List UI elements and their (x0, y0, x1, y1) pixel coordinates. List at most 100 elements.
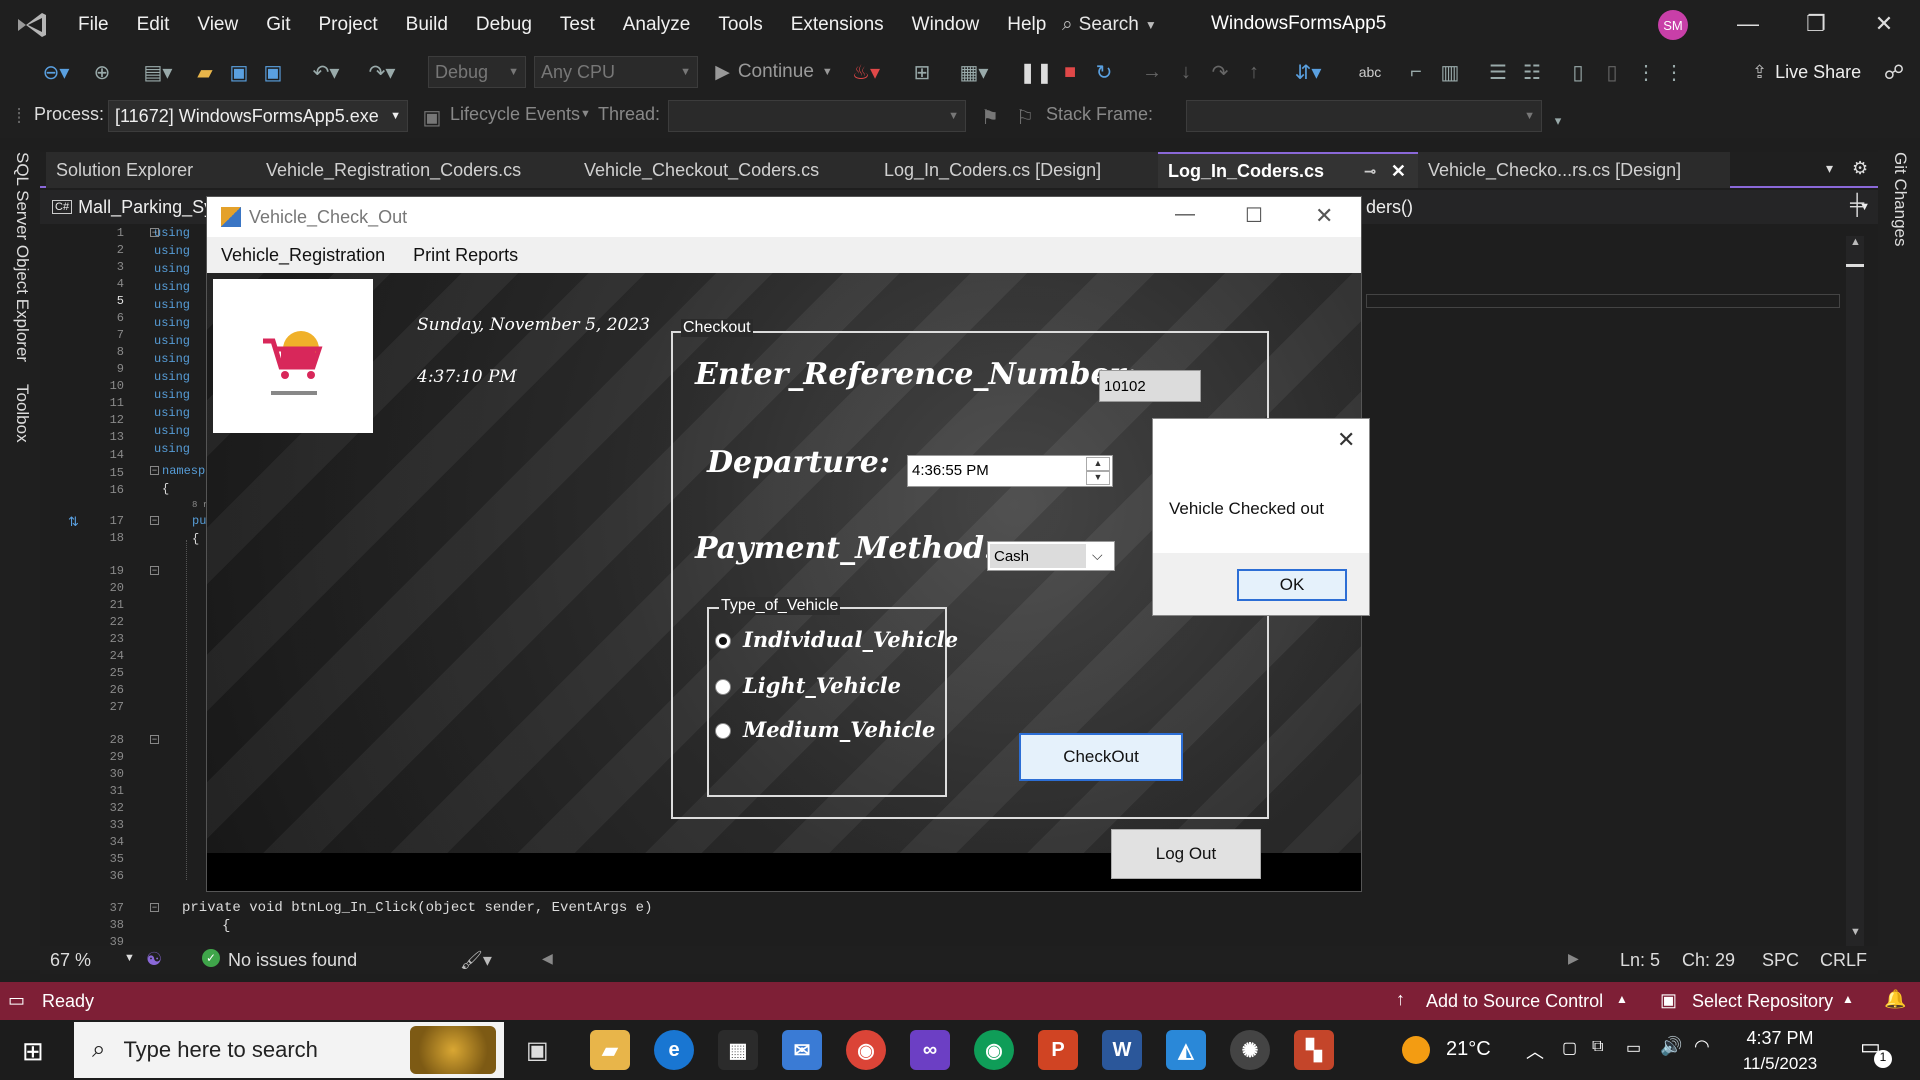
checkout-button[interactable]: CheckOut (1019, 733, 1183, 781)
spell-check-icon[interactable]: abc (1356, 57, 1384, 87)
app-icon[interactable]: ✺ (1230, 1030, 1270, 1070)
flag-icon[interactable]: ⚑ (978, 102, 1002, 132)
file-explorer-icon[interactable]: ▰ (590, 1030, 630, 1070)
zoom-level[interactable]: 67 % (50, 950, 91, 971)
stack-frame-dropdown[interactable]: ▼ (1186, 100, 1542, 132)
menu-test[interactable]: Test (546, 14, 609, 36)
mail-icon[interactable]: ✉ (782, 1030, 822, 1070)
chrome-profile-icon[interactable]: ◉ (974, 1030, 1014, 1070)
stop-icon[interactable]: ■ (1058, 57, 1082, 87)
minimize-button[interactable]: — (1728, 6, 1768, 42)
outdent-icon[interactable]: ☷ (1518, 57, 1546, 87)
radio-light-vehicle[interactable] (715, 679, 731, 695)
lifecycle-events-label[interactable]: Lifecycle Events (450, 104, 580, 125)
menu-print-reports[interactable]: Print Reports (399, 245, 532, 266)
log-out-button[interactable]: Log Out (1111, 829, 1261, 879)
vertical-scrollbar[interactable]: ▲ ▼ (1846, 236, 1864, 946)
menu-debug[interactable]: Debug (462, 14, 546, 36)
menu-view[interactable]: View (183, 14, 252, 36)
search-highlight-image[interactable] (410, 1026, 496, 1074)
fold-toggle-icon[interactable]: − (150, 228, 159, 237)
search-button[interactable]: ⌕ Search ▼ (1062, 8, 1180, 42)
select-element-icon[interactable]: ⌐ (1402, 57, 1430, 87)
edge-icon[interactable]: e (654, 1030, 694, 1070)
tab-list-icon[interactable]: ▾ (1826, 160, 1833, 177)
configuration-dropdown[interactable]: Debug ▼ (428, 56, 526, 88)
scroll-right-icon[interactable]: ▶ (1568, 950, 1579, 967)
menu-file[interactable]: File (64, 14, 123, 36)
save-all-icon[interactable]: ▣ (260, 57, 286, 87)
meet-now-icon[interactable]: ▢ (1562, 1038, 1577, 1058)
avatar[interactable]: SM (1658, 10, 1688, 40)
volume-icon[interactable]: 🔊 (1660, 1036, 1682, 1057)
process-dropdown[interactable]: [11672] WindowsFormsApp5.exe ▼ (108, 100, 408, 132)
issues-status[interactable]: No issues found (228, 950, 357, 971)
menu-project[interactable]: Project (305, 14, 392, 36)
sql-server-object-explorer-tab[interactable]: SQL Server Object Explorer (12, 152, 32, 362)
restart-icon[interactable]: ↻ (1090, 57, 1118, 87)
close-icon[interactable]: ✕ (1391, 161, 1406, 182)
microsoft-store-icon[interactable]: ▦ (718, 1030, 758, 1070)
clock-date[interactable]: 11/5/2023 (1736, 1054, 1824, 1074)
continue-button[interactable]: ▶ Continue ▼ (712, 57, 836, 87)
thread-dropdown[interactable]: ▼ (668, 100, 966, 132)
codelens-icon[interactable]: ⇅ (68, 514, 79, 530)
restore-button[interactable]: ❐ (1796, 6, 1836, 42)
menu-build[interactable]: Build (392, 14, 462, 36)
departure-time-picker[interactable]: 4:36:55 PM ▲ ▼ (907, 455, 1113, 487)
menu-git[interactable]: Git (252, 14, 304, 36)
pause-icon[interactable]: ❚❚ (1019, 57, 1053, 87)
task-view-icon[interactable]: ▣ (526, 1036, 549, 1065)
pin-icon[interactable]: ⊸ (1364, 163, 1376, 180)
select-repository[interactable]: Select Repository (1692, 991, 1833, 1012)
code-cleanup-icon[interactable]: 🖌▾ (460, 950, 492, 971)
menu-window[interactable]: Window (898, 14, 994, 36)
visual-studio-icon[interactable]: ∞ (910, 1030, 950, 1070)
menu-edit[interactable]: Edit (123, 14, 184, 36)
gear-icon[interactable]: ⚙ (1852, 158, 1868, 179)
toolbar-options-icon[interactable]: ⋮ (1660, 57, 1688, 87)
git-icon[interactable]: ⇵▾ (1286, 57, 1330, 87)
fold-toggle-icon[interactable]: − (150, 466, 159, 475)
windows-start-icon[interactable]: ⊞ (22, 1036, 44, 1067)
menu-analyze[interactable]: Analyze (609, 14, 705, 36)
winforms-app-icon[interactable]: ▚ (1294, 1030, 1334, 1070)
diagnostics-icon[interactable]: ⊞ (908, 57, 936, 87)
payment-method-dropdown[interactable]: Cash ⌵ (987, 541, 1115, 571)
indent-icon[interactable]: ☰ (1484, 57, 1512, 87)
live-tree-icon[interactable]: ▥ (1436, 57, 1464, 87)
step-out-icon[interactable]: ↑ (1240, 57, 1268, 87)
close-button[interactable]: ✕ (1864, 6, 1904, 42)
undo-icon[interactable]: ↶▾ (304, 57, 348, 87)
medium-vehicle-label[interactable]: Medium_Vehicle (743, 717, 935, 742)
dialog-close-button[interactable]: ✕ (1337, 427, 1355, 453)
platform-dropdown[interactable]: Any CPU ▼ (534, 56, 698, 88)
app-maximize-button[interactable]: ☐ (1245, 203, 1263, 228)
toolbar-options-icon[interactable]: ▾ (1550, 106, 1566, 136)
tab-log-in-coders[interactable]: Log_In_Coders.cs ⊸ ✕ (1158, 152, 1418, 188)
visual-studio-logo-icon[interactable] (14, 9, 50, 41)
hot-reload-icon[interactable]: ♨▾ (846, 57, 886, 87)
live-share-button[interactable]: ⇪ Live Share (1752, 57, 1861, 87)
menu-vehicle-registration[interactable]: Vehicle_Registration (207, 245, 399, 266)
project-dropdown[interactable]: C# Mall_Parking_Sys (52, 195, 222, 219)
line-ending-indicator[interactable]: CRLF (1820, 950, 1867, 971)
network-share-icon[interactable]: ⧉ (1592, 1038, 1603, 1056)
app-minimize-button[interactable]: — (1175, 203, 1195, 226)
fold-toggle-icon[interactable]: − (150, 516, 159, 525)
scroll-thumb[interactable] (1846, 264, 1864, 267)
menu-extensions[interactable]: Extensions (777, 14, 898, 36)
lifecycle-icon[interactable]: ▣ (420, 102, 444, 132)
battery-icon[interactable]: ▭ (1626, 1038, 1641, 1058)
tab-solution-explorer[interactable]: Solution Explorer (46, 152, 256, 188)
tab-log-in-coders-design[interactable]: Log_In_Coders.cs [Design] (874, 152, 1158, 188)
member-dropdown[interactable]: ders() ▼ (1358, 194, 1878, 220)
word-icon[interactable]: W (1102, 1030, 1142, 1070)
fold-toggle-icon[interactable]: − (150, 903, 159, 912)
fold-toggle-icon[interactable]: − (150, 735, 159, 744)
line-indicator[interactable]: Ln: 5 (1620, 950, 1660, 971)
menu-tools[interactable]: Tools (704, 14, 776, 36)
open-folder-icon[interactable]: ▰ (192, 57, 218, 87)
new-project-icon[interactable]: ▤▾ (138, 57, 178, 87)
powerpoint-icon[interactable]: P (1038, 1030, 1078, 1070)
